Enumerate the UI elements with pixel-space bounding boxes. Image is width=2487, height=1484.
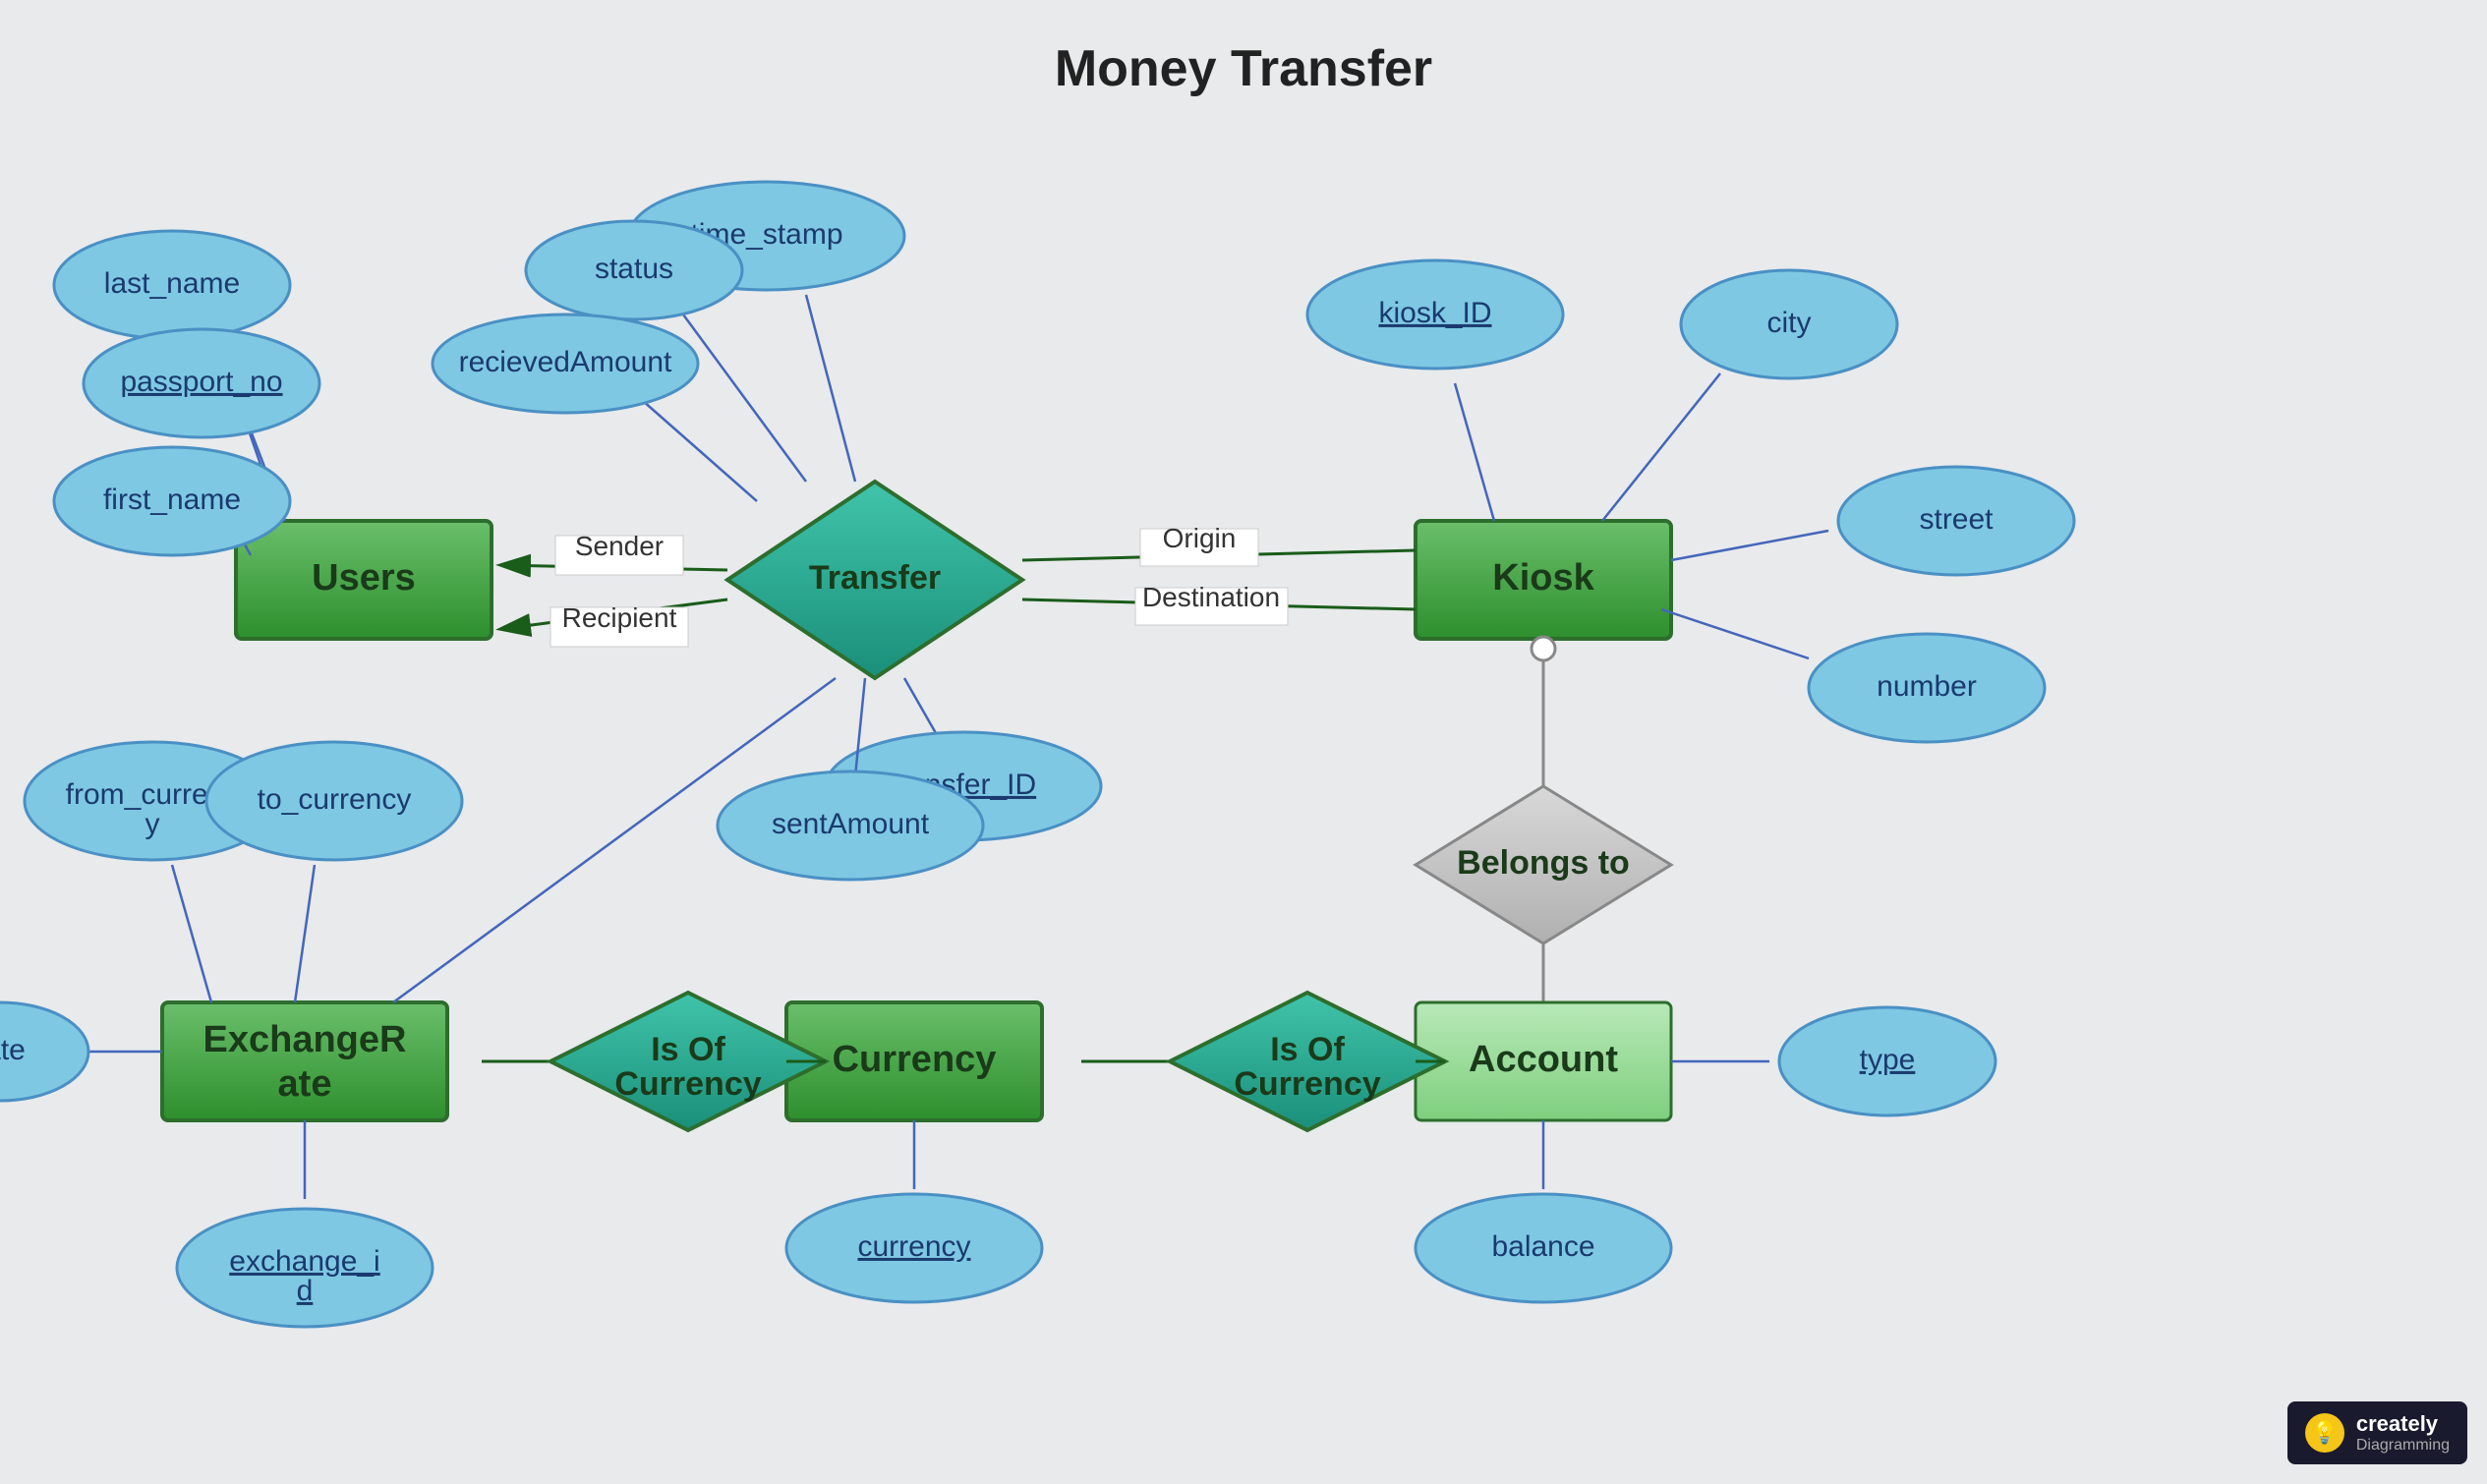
is-of-currency-left-label2: Currency xyxy=(614,1065,761,1103)
line-kiosk-id xyxy=(1455,383,1494,521)
kiosk-label: Kiosk xyxy=(1492,557,1594,599)
exchange-label2: ate xyxy=(278,1063,332,1105)
attr-sentamount-text: sentAmount xyxy=(772,808,930,840)
attr-status-text: status xyxy=(595,253,673,285)
line-exchange-from xyxy=(172,865,211,1002)
line-kiosk-number xyxy=(1661,609,1809,658)
attr-type-text: type xyxy=(1860,1044,1916,1076)
diagram-container: Money Transfer xyxy=(0,0,2487,1484)
recipient-label: Recipient xyxy=(562,602,677,633)
belongs-label: Belongs to xyxy=(1457,844,1630,882)
line-transfer-recieved xyxy=(634,393,757,501)
attr-recieved-text: recievedAmount xyxy=(459,346,672,378)
attr-from-currency-text2: y xyxy=(145,808,160,840)
kiosk-circle xyxy=(1532,637,1555,660)
attr-balance-text: balance xyxy=(1491,1230,1594,1263)
attr-exchange-id-text2: d xyxy=(297,1275,314,1307)
attr-passport-text: passport_no xyxy=(120,366,282,398)
attr-lastname-text: last_name xyxy=(104,267,240,300)
transfer-label: Transfer xyxy=(809,559,941,597)
attr-firstname-text: first_name xyxy=(103,484,241,516)
watermark: 💡 creately Diagramming xyxy=(2287,1401,2467,1464)
attr-street-text: street xyxy=(1919,503,1994,536)
watermark-brand: creately xyxy=(2356,1411,2450,1437)
attr-city-text: city xyxy=(1767,307,1812,339)
line-kiosk-street xyxy=(1671,531,1828,560)
account-label: Account xyxy=(1469,1039,1618,1080)
watermark-sub: Diagramming xyxy=(2356,1437,2450,1455)
line-exchange-to xyxy=(295,865,315,1002)
is-of-currency-left-label1: Is Of xyxy=(651,1031,725,1068)
is-of-currency-right-label2: Currency xyxy=(1234,1065,1380,1103)
line-transfer-timestamp xyxy=(806,295,855,482)
watermark-text-block: creately Diagramming xyxy=(2356,1411,2450,1455)
attr-number-text: number xyxy=(1877,670,1977,703)
currency-label: Currency xyxy=(833,1039,997,1080)
line-transfer-status xyxy=(683,314,806,482)
exchange-label1: ExchangeR xyxy=(203,1019,407,1060)
attr-rate-text: rate xyxy=(0,1034,26,1066)
line-kiosk-city xyxy=(1602,373,1720,521)
attr-exchange-id-text1: exchange_i xyxy=(229,1245,379,1278)
watermark-icon: 💡 xyxy=(2305,1413,2344,1453)
origin-label: Origin xyxy=(1163,523,1237,553)
attr-kioskid-text: kiosk_ID xyxy=(1378,297,1491,329)
attr-currency-text: currency xyxy=(857,1230,970,1263)
destination-label: Destination xyxy=(1142,582,1280,612)
attr-to-currency-text: to_currency xyxy=(258,783,412,816)
users-label: Users xyxy=(312,557,416,599)
diagram-svg: Users last_name passport_no first_name T… xyxy=(0,0,2487,1484)
sender-label: Sender xyxy=(575,531,664,561)
is-of-currency-right-label1: Is Of xyxy=(1270,1031,1345,1068)
